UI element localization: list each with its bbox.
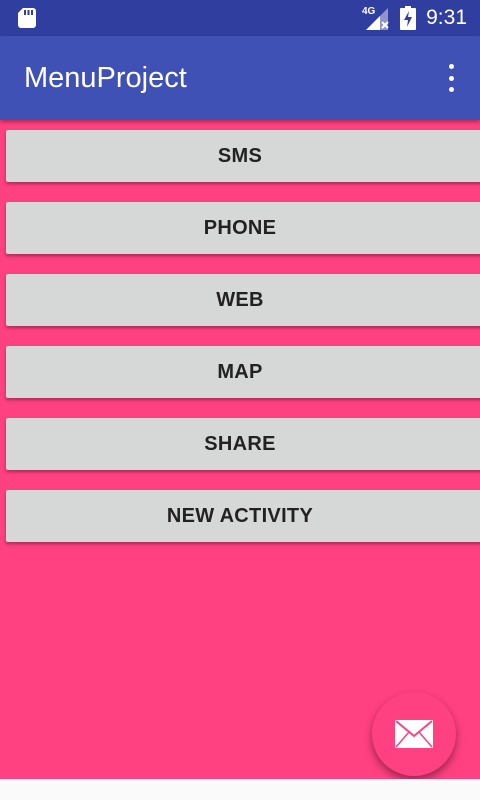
- clock: 9:31: [426, 6, 467, 29]
- email-fab[interactable]: [372, 692, 456, 776]
- web-button[interactable]: WEB: [6, 274, 480, 326]
- battery-charging-icon: [400, 6, 416, 30]
- overflow-menu-button[interactable]: [440, 64, 462, 92]
- new-activity-button[interactable]: NEW ACTIVITY: [6, 490, 480, 542]
- sd-card-icon: [18, 8, 36, 28]
- app-bar: MenuProject: [0, 36, 480, 120]
- phone-button[interactable]: PHONE: [6, 202, 480, 254]
- email-icon: [395, 720, 433, 748]
- more-vert-icon-dot: [448, 75, 454, 81]
- app-title: MenuProject: [24, 62, 187, 94]
- status-bar: 4G 9:31: [0, 0, 480, 36]
- bottom-strip: [0, 779, 480, 800]
- content-area: SMS PHONE WEB MAP SHARE NEW ACTIVITY: [0, 120, 480, 779]
- more-vert-icon-dot: [448, 87, 454, 92]
- sms-button[interactable]: SMS: [6, 130, 480, 182]
- share-button[interactable]: SHARE: [6, 418, 480, 470]
- more-vert-icon-dot: [448, 64, 454, 69]
- signal-icon: [366, 8, 389, 30]
- map-button[interactable]: MAP: [6, 346, 480, 398]
